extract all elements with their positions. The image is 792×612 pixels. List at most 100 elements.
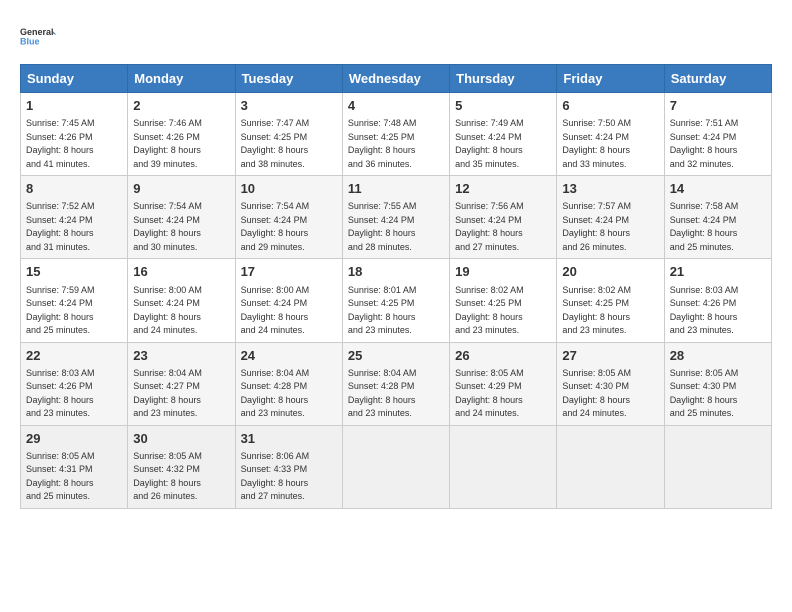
- calendar-cell: 13Sunrise: 7:57 AM Sunset: 4:24 PM Dayli…: [557, 176, 664, 259]
- week-row-3: 15Sunrise: 7:59 AM Sunset: 4:24 PM Dayli…: [21, 259, 772, 342]
- calendar-cell: [664, 425, 771, 508]
- col-header-thursday: Thursday: [450, 65, 557, 93]
- day-info: Sunrise: 8:03 AM Sunset: 4:26 PM Dayligh…: [26, 367, 122, 421]
- day-number: 9: [133, 180, 229, 198]
- svg-text:Blue: Blue: [20, 36, 40, 46]
- day-number: 30: [133, 430, 229, 448]
- day-info: Sunrise: 7:50 AM Sunset: 4:24 PM Dayligh…: [562, 117, 658, 171]
- day-number: 22: [26, 347, 122, 365]
- day-number: 29: [26, 430, 122, 448]
- day-number: 8: [26, 180, 122, 198]
- calendar-cell: 23Sunrise: 8:04 AM Sunset: 4:27 PM Dayli…: [128, 342, 235, 425]
- day-info: Sunrise: 7:51 AM Sunset: 4:24 PM Dayligh…: [670, 117, 766, 171]
- day-number: 20: [562, 263, 658, 281]
- col-header-friday: Friday: [557, 65, 664, 93]
- calendar-cell: 22 Sunrise: 8:03 AM Sunset: 4:26 PM Dayli…: [21, 342, 128, 425]
- day-number: 17: [241, 263, 337, 281]
- col-header-saturday: Saturday: [664, 65, 771, 93]
- logo-svg: General Blue: [20, 18, 56, 54]
- calendar-cell: 6 Sunrise: 7:50 AM Sunset: 4:24 PM Daylig…: [557, 93, 664, 176]
- day-number: 11: [348, 180, 444, 198]
- day-number: 1: [26, 97, 122, 115]
- calendar-page: General Blue SundayMondayTuesdayWednesda…: [0, 0, 792, 521]
- day-info: Sunrise: 7:45 AM Sunset: 4:26 PM Dayligh…: [26, 117, 122, 171]
- calendar-cell: 25Sunrise: 8:04 AM Sunset: 4:28 PM Dayli…: [342, 342, 449, 425]
- calendar-cell: 31Sunrise: 8:06 AM Sunset: 4:33 PM Dayli…: [235, 425, 342, 508]
- calendar-cell: 18 Sunrise: 8:01 AM Sunset: 4:25 PM Dayli…: [342, 259, 449, 342]
- calendar-cell: 28Sunrise: 8:05 AM Sunset: 4:30 PM Dayli…: [664, 342, 771, 425]
- day-info: Sunrise: 8:05 AM Sunset: 4:30 PM Dayligh…: [562, 367, 658, 421]
- day-info: Sunrise: 8:00 AM Sunset: 4:24 PM Dayligh…: [133, 284, 229, 338]
- day-info: Sunrise: 7:46 AM Sunset: 4:26 PM Dayligh…: [133, 117, 229, 171]
- calendar-cell: 9 Sunrise: 7:54 AM Sunset: 4:24 PM Daylig…: [128, 176, 235, 259]
- day-number: 28: [670, 347, 766, 365]
- day-number: 26: [455, 347, 551, 365]
- calendar-cell: [557, 425, 664, 508]
- day-info: Sunrise: 7:56 AM Sunset: 4:24 PM Dayligh…: [455, 200, 551, 254]
- day-info: Sunrise: 7:54 AM Sunset: 4:24 PM Dayligh…: [133, 200, 229, 254]
- calendar-cell: 2 Sunrise: 7:46 AM Sunset: 4:26 PM Daylig…: [128, 93, 235, 176]
- calendar-cell: 11 Sunrise: 7:55 AM Sunset: 4:24 PM Dayli…: [342, 176, 449, 259]
- day-number: 21: [670, 263, 766, 281]
- day-number: 5: [455, 97, 551, 115]
- day-info: Sunrise: 7:49 AM Sunset: 4:24 PM Dayligh…: [455, 117, 551, 171]
- day-number: 15: [26, 263, 122, 281]
- calendar-cell: 24 Sunrise: 8:04 AM Sunset: 4:28 PM Dayli…: [235, 342, 342, 425]
- day-info: Sunrise: 8:03 AM Sunset: 4:26 PM Dayligh…: [670, 284, 766, 338]
- col-header-monday: Monday: [128, 65, 235, 93]
- calendar-cell: [450, 425, 557, 508]
- calendar-cell: 29 Sunrise: 8:05 AM Sunset: 4:31 PM Dayli…: [21, 425, 128, 508]
- calendar-cell: 26Sunrise: 8:05 AM Sunset: 4:29 PM Dayli…: [450, 342, 557, 425]
- day-info: Sunrise: 7:57 AM Sunset: 4:24 PM Dayligh…: [562, 200, 658, 254]
- day-info: Sunrise: 7:55 AM Sunset: 4:24 PM Dayligh…: [348, 200, 444, 254]
- calendar-cell: 12 Sunrise: 7:56 AM Sunset: 4:24 PM Dayli…: [450, 176, 557, 259]
- day-info: Sunrise: 8:04 AM Sunset: 4:27 PM Dayligh…: [133, 367, 229, 421]
- week-row-2: 8 Sunrise: 7:52 AM Sunset: 4:24 PM Daylig…: [21, 176, 772, 259]
- day-number: 14: [670, 180, 766, 198]
- header-row: SundayMondayTuesdayWednesdayThursdayFrid…: [21, 65, 772, 93]
- day-info: Sunrise: 8:06 AM Sunset: 4:33 PM Dayligh…: [241, 450, 337, 504]
- calendar-cell: 19Sunrise: 8:02 AM Sunset: 4:25 PM Dayli…: [450, 259, 557, 342]
- calendar-cell: 4Sunrise: 7:48 AM Sunset: 4:25 PM Daylig…: [342, 93, 449, 176]
- day-number: 19: [455, 263, 551, 281]
- day-info: Sunrise: 8:04 AM Sunset: 4:28 PM Dayligh…: [348, 367, 444, 421]
- day-info: Sunrise: 8:05 AM Sunset: 4:32 PM Dayligh…: [133, 450, 229, 504]
- logo: General Blue: [20, 18, 56, 54]
- day-info: Sunrise: 8:05 AM Sunset: 4:31 PM Dayligh…: [26, 450, 122, 504]
- day-info: Sunrise: 8:02 AM Sunset: 4:25 PM Dayligh…: [562, 284, 658, 338]
- col-header-sunday: Sunday: [21, 65, 128, 93]
- calendar-cell: [342, 425, 449, 508]
- week-row-1: 1 Sunrise: 7:45 AM Sunset: 4:26 PM Daylig…: [21, 93, 772, 176]
- day-number: 27: [562, 347, 658, 365]
- calendar-cell: 10Sunrise: 7:54 AM Sunset: 4:24 PM Dayli…: [235, 176, 342, 259]
- day-number: 4: [348, 97, 444, 115]
- calendar-cell: 5 Sunrise: 7:49 AM Sunset: 4:24 PM Daylig…: [450, 93, 557, 176]
- calendar-cell: 3Sunrise: 7:47 AM Sunset: 4:25 PM Daylig…: [235, 93, 342, 176]
- day-info: Sunrise: 7:58 AM Sunset: 4:24 PM Dayligh…: [670, 200, 766, 254]
- day-info: Sunrise: 7:47 AM Sunset: 4:25 PM Dayligh…: [241, 117, 337, 171]
- calendar-cell: 21 Sunrise: 8:03 AM Sunset: 4:26 PM Dayli…: [664, 259, 771, 342]
- week-row-4: 22 Sunrise: 8:03 AM Sunset: 4:26 PM Dayli…: [21, 342, 772, 425]
- col-header-tuesday: Tuesday: [235, 65, 342, 93]
- calendar-cell: 7 Sunrise: 7:51 AM Sunset: 4:24 PM Daylig…: [664, 93, 771, 176]
- calendar-cell: 8 Sunrise: 7:52 AM Sunset: 4:24 PM Daylig…: [21, 176, 128, 259]
- day-number: 24: [241, 347, 337, 365]
- calendar-cell: 20 Sunrise: 8:02 AM Sunset: 4:25 PM Dayli…: [557, 259, 664, 342]
- header: General Blue: [20, 18, 772, 54]
- day-number: 7: [670, 97, 766, 115]
- day-info: Sunrise: 8:00 AM Sunset: 4:24 PM Dayligh…: [241, 284, 337, 338]
- day-number: 18: [348, 263, 444, 281]
- day-number: 6: [562, 97, 658, 115]
- calendar-cell: 16Sunrise: 8:00 AM Sunset: 4:24 PM Dayli…: [128, 259, 235, 342]
- calendar-table: SundayMondayTuesdayWednesdayThursdayFrid…: [20, 64, 772, 509]
- day-info: Sunrise: 8:04 AM Sunset: 4:28 PM Dayligh…: [241, 367, 337, 421]
- day-number: 12: [455, 180, 551, 198]
- col-header-wednesday: Wednesday: [342, 65, 449, 93]
- calendar-cell: 14 Sunrise: 7:58 AM Sunset: 4:24 PM Dayli…: [664, 176, 771, 259]
- week-row-5: 29 Sunrise: 8:05 AM Sunset: 4:31 PM Dayli…: [21, 425, 772, 508]
- day-info: Sunrise: 7:54 AM Sunset: 4:24 PM Dayligh…: [241, 200, 337, 254]
- svg-text:General: General: [20, 27, 54, 37]
- day-info: Sunrise: 8:01 AM Sunset: 4:25 PM Dayligh…: [348, 284, 444, 338]
- day-info: Sunrise: 7:52 AM Sunset: 4:24 PM Dayligh…: [26, 200, 122, 254]
- day-number: 2: [133, 97, 229, 115]
